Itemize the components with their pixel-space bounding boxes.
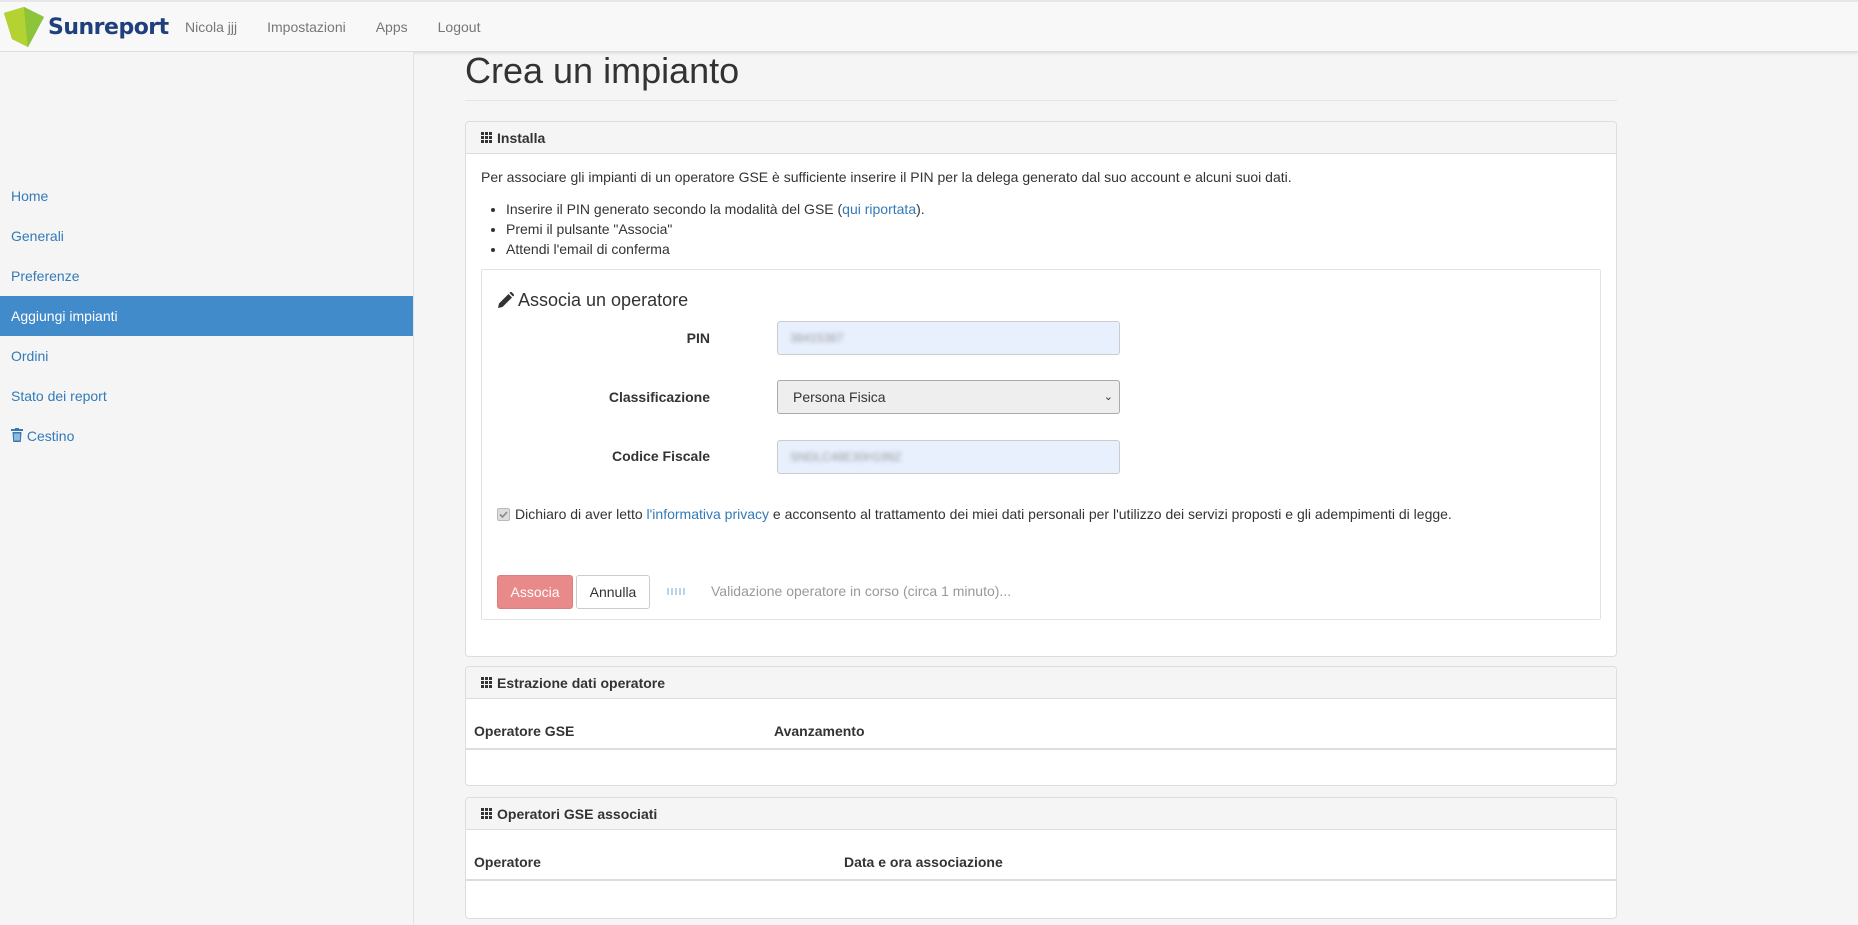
associated-panel-heading: Operatori GSE associati bbox=[466, 798, 1616, 830]
top-navbar: Sunreport Nicola jjj Impostazioni Apps L… bbox=[0, 0, 1858, 52]
nav-apps[interactable]: Apps bbox=[361, 19, 423, 35]
grid-icon bbox=[481, 808, 492, 819]
pin-label: PIN bbox=[686, 330, 710, 346]
associated-panel: Operatori GSE associati Operatore Data e… bbox=[465, 797, 1617, 919]
codice-fiscale-input[interactable]: SNDLC48E30H199Z bbox=[777, 440, 1120, 474]
step-3: Attendi l'email di conferma bbox=[506, 239, 925, 259]
privacy-checkbox[interactable] bbox=[497, 507, 510, 521]
sidebar-item-aggiungi-impianti[interactable]: Aggiungi impianti bbox=[0, 296, 413, 336]
annulla-button[interactable]: Annulla bbox=[576, 575, 650, 609]
col-data-ora: Data e ora associazione bbox=[844, 854, 1003, 870]
codice-fiscale-label: Codice Fiscale bbox=[611, 448, 710, 464]
extraction-panel-heading: Estrazione dati operatore bbox=[466, 667, 1616, 699]
chevron-down-icon: ⌄ bbox=[1103, 391, 1113, 403]
sidebar: Home Generali Preferenze Aggiungi impian… bbox=[0, 52, 414, 925]
sidebar-item-ordini[interactable]: Ordini bbox=[0, 336, 413, 376]
privacy-policy-link[interactable]: l'informativa privacy bbox=[647, 506, 770, 522]
sidebar-item-cestino[interactable]: Cestino bbox=[0, 416, 413, 456]
classificazione-label: Classificazione bbox=[608, 389, 710, 405]
step-1: Inserire il PIN generato secondo la moda… bbox=[506, 199, 925, 219]
nav-logout[interactable]: Logout bbox=[423, 19, 496, 35]
sidebar-item-stato-report[interactable]: Stato dei report bbox=[0, 376, 413, 416]
validation-status: Validazione operatore in corso (circa 1 … bbox=[711, 583, 1012, 599]
install-panel-title: Installa bbox=[497, 129, 546, 146]
associated-panel-title: Operatori GSE associati bbox=[497, 805, 658, 822]
step-2: Premi il pulsante "Associa" bbox=[506, 219, 925, 239]
col-operatore: Operatore bbox=[474, 854, 541, 870]
form-title: Associa un operatore bbox=[497, 290, 688, 311]
brand-logo[interactable]: Sunreport bbox=[2, 2, 169, 52]
intro-text: Per associare gli impianti di un operato… bbox=[481, 169, 1292, 185]
pin-input[interactable]: 38415387 bbox=[777, 321, 1120, 355]
sidebar-item-cestino-label: Cestino bbox=[26, 428, 75, 444]
extraction-panel-title: Estrazione dati operatore bbox=[497, 674, 666, 691]
trash-icon bbox=[11, 428, 23, 442]
steps-list: Inserire il PIN generato secondo la moda… bbox=[481, 199, 925, 259]
loading-spinner-icon bbox=[667, 588, 685, 595]
form-title-text: Associa un operatore bbox=[518, 290, 689, 310]
sidebar-item-home[interactable]: Home bbox=[0, 176, 413, 216]
extraction-panel: Estrazione dati operatore Operatore GSE … bbox=[465, 666, 1617, 786]
sidebar-item-generali[interactable]: Generali bbox=[0, 216, 413, 256]
grid-icon bbox=[481, 677, 492, 688]
pencil-icon bbox=[498, 292, 514, 308]
check-icon bbox=[499, 510, 508, 518]
table-header-rule bbox=[466, 748, 1616, 750]
page-title: Crea un impianto bbox=[465, 50, 740, 91]
associa-button[interactable]: Associa bbox=[497, 575, 573, 609]
grid-icon bbox=[481, 132, 492, 143]
sunreport-leaf-icon bbox=[4, 7, 44, 47]
qui-riportata-link[interactable]: qui riportata bbox=[842, 201, 916, 217]
install-panel: Installa Per associare gli impianti di u… bbox=[465, 121, 1617, 657]
col-avanzamento: Avanzamento bbox=[774, 723, 865, 739]
classificazione-select[interactable]: Persona Fisica ⌄ bbox=[777, 380, 1120, 414]
nav-user[interactable]: Nicola jjj bbox=[170, 19, 252, 35]
install-panel-heading: Installa bbox=[466, 122, 1616, 154]
top-nav: Nicola jjj Impostazioni Apps Logout bbox=[170, 2, 495, 52]
table-header-rule bbox=[466, 879, 1616, 881]
privacy-consent: Dichiaro di aver letto l'informativa pri… bbox=[497, 506, 1452, 522]
brand-name: Sunreport bbox=[48, 14, 169, 40]
sidebar-item-preferenze[interactable]: Preferenze bbox=[0, 256, 413, 296]
associate-form: Associa un operatore PIN 38415387 Classi… bbox=[481, 269, 1601, 620]
col-operatore-gse: Operatore GSE bbox=[474, 723, 575, 739]
title-divider bbox=[465, 100, 1617, 101]
nav-impostazioni[interactable]: Impostazioni bbox=[252, 19, 361, 35]
